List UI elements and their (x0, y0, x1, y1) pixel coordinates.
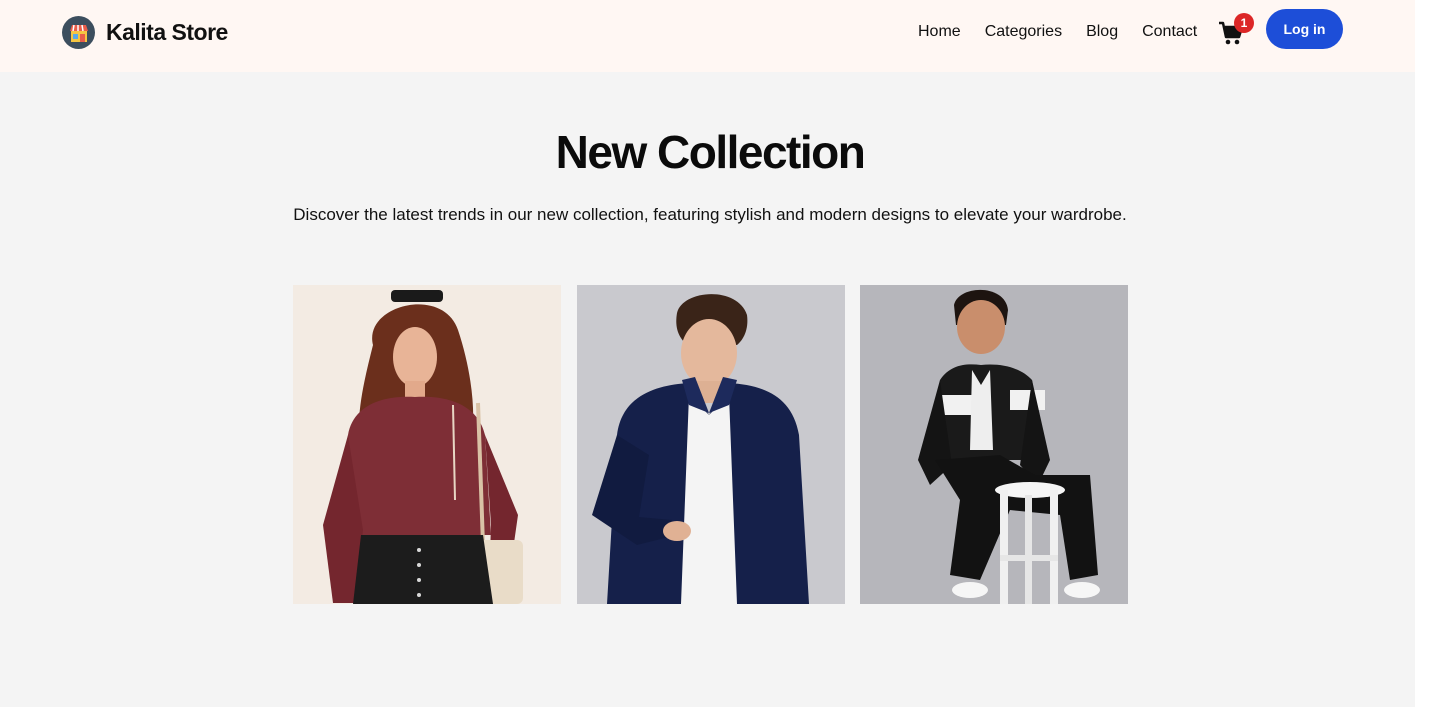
brand-name: Kalita Store (106, 19, 228, 45)
page: Kalita Store Home Categories Blog Contac… (0, 0, 1415, 707)
nav-item-contact[interactable]: Contact (1142, 22, 1197, 42)
login-button[interactable]: Log in (1266, 9, 1343, 49)
main-nav: Home Categories Blog Contact (918, 22, 1197, 42)
cart-count-badge: 1 (1234, 13, 1254, 33)
page-title: New Collection (555, 126, 866, 178)
product-image-womens-hoodie[interactable] (293, 285, 561, 604)
page-subtitle: Discover the latest trends in our new co… (293, 205, 1127, 224)
product-image-kids-bomber[interactable] (860, 285, 1128, 604)
nav-item-home[interactable]: Home (918, 22, 961, 42)
product-image-mens-jacket[interactable] (577, 285, 845, 604)
navbar: Kalita Store Home Categories Blog Contac… (0, 0, 1415, 72)
nav-item-blog[interactable]: Blog (1086, 22, 1118, 42)
nav-item-categories[interactable]: Categories (985, 22, 1062, 42)
brand-link[interactable]: Kalita Store (62, 16, 228, 49)
storefront-icon (62, 16, 95, 49)
